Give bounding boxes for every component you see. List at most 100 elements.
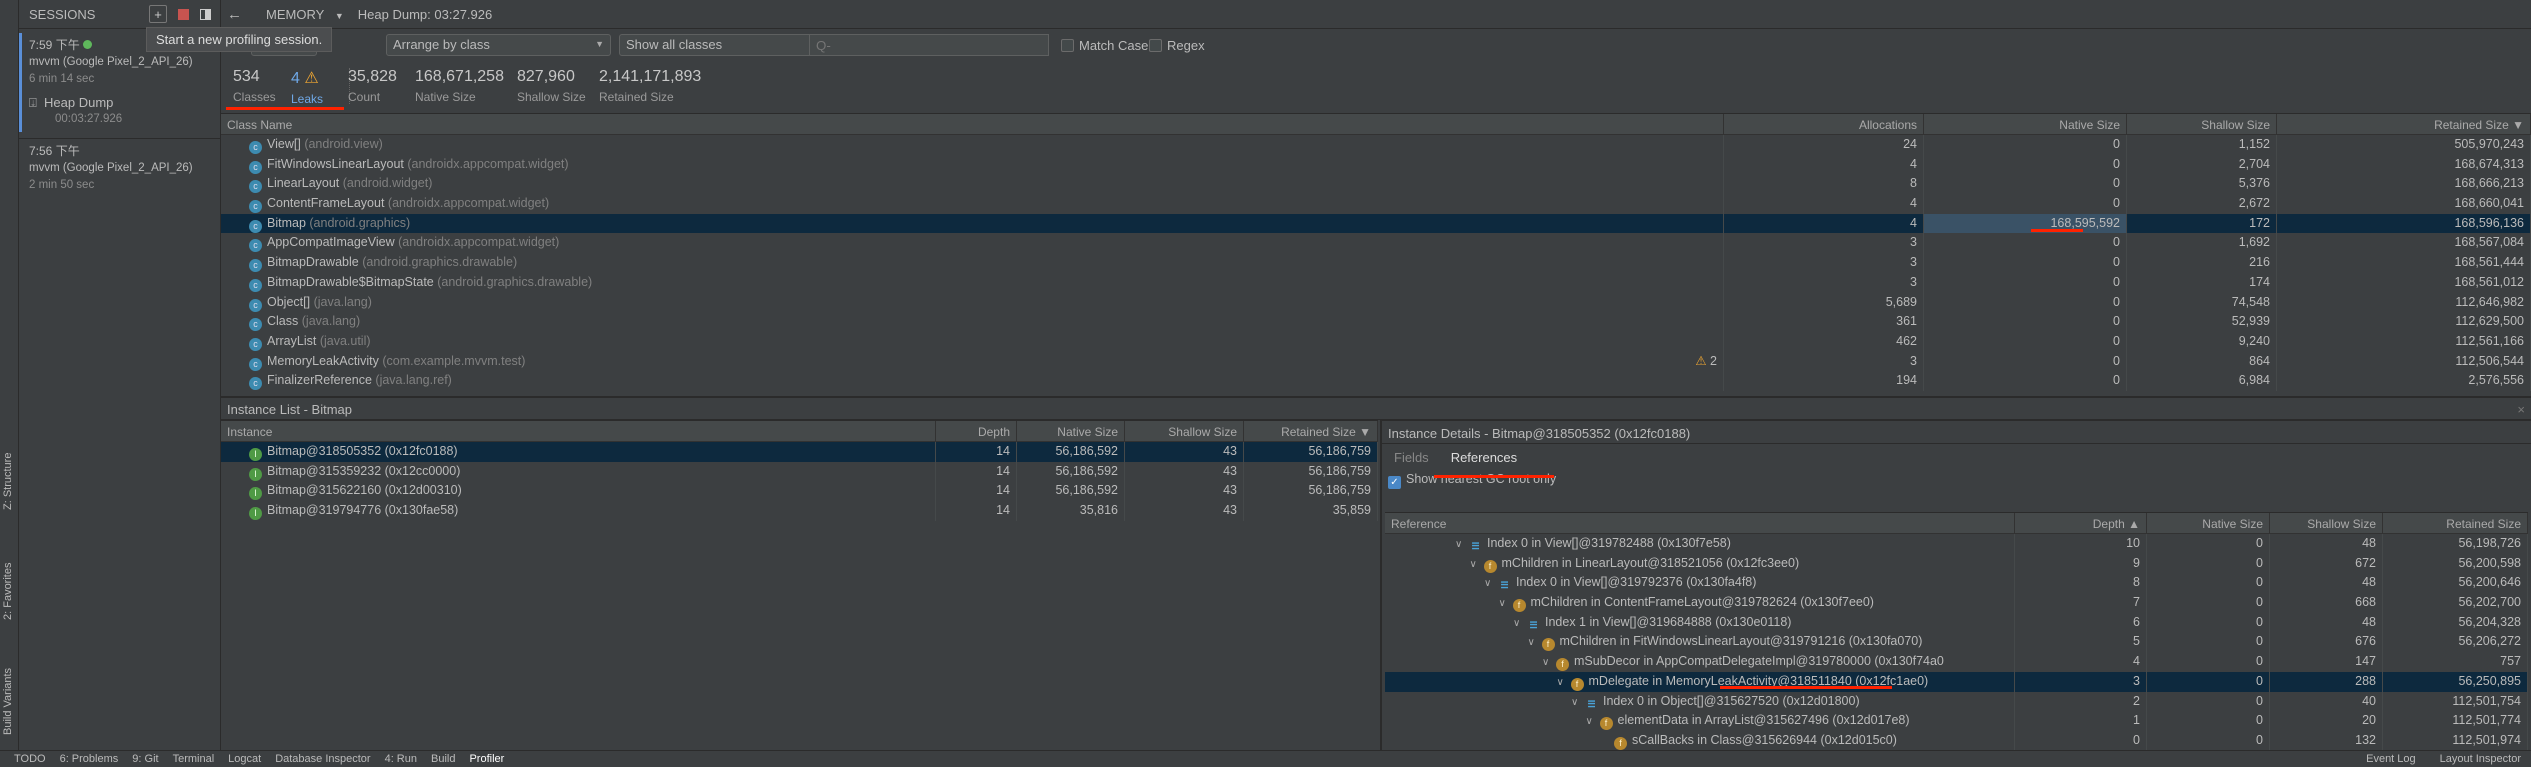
native-size-cell: 0 [1924, 292, 2127, 313]
table-row[interactable]: c AppCompatImageView (androidx.appcompat.… [221, 233, 2531, 254]
table-row[interactable]: c MemoryLeakActivity (com.example.mvvm.te… [221, 351, 2531, 372]
table-row[interactable]: ∨ ☰ Index 0 in Object[]@315627520 (0x12d01… [1385, 691, 2528, 712]
column-header[interactable]: Shallow Size [1125, 421, 1244, 441]
class-name: Class [267, 314, 299, 329]
stat-classes[interactable]: 534 Classes [233, 68, 276, 104]
profiler-selector[interactable]: MEMORY ▼ [266, 7, 344, 22]
retained-size-cell: 168,561,444 [2277, 253, 2531, 273]
heap-dump-artifact[interactable]: ⍗ Heap Dump [29, 94, 210, 111]
favorites-tool-tab[interactable]: 2: Favorites [2, 563, 14, 620]
retained-size-cell: 168,567,084 [2277, 233, 2531, 254]
table-row[interactable]: ∨ f mSubDecor in AppCompatDelegateImpl@319… [1385, 652, 2528, 672]
instance-details-title: Instance Details - Bitmap@318505352 (0x1… [1382, 420, 2531, 444]
column-header[interactable]: Retained Size [2383, 513, 2528, 533]
table-row[interactable]: I Bitmap@318505352 (0x12fc0188) 14 56,186,5… [221, 442, 1378, 462]
allocations-cell: 8 [1724, 174, 1924, 195]
tooltip: Start a new profiling session. [146, 27, 333, 52]
search-input[interactable] [809, 34, 1049, 56]
chevron-down-icon[interactable]: ∨ [1557, 673, 1571, 692]
tab-fields[interactable]: Fields [1394, 450, 1429, 465]
chevron-down-icon[interactable]: ∨ [1470, 555, 1484, 574]
tool-tab[interactable]: 6: Problems [60, 753, 119, 765]
array-index-icon: ☰ [1471, 541, 1480, 551]
column-header[interactable]: Depth [936, 421, 1017, 441]
nearest-gc-root-checkbox[interactable]: ✓ Show nearest GC root only [1382, 470, 2531, 491]
table-row[interactable]: ∨ f mChildren in FitWindowsLinearLayout@31… [1385, 632, 2528, 653]
table-row[interactable]: ∨ ☰ Index 1 in View[]@319684888 (0x130e011… [1385, 612, 2528, 633]
shallow-size-cell: 43 [1125, 442, 1244, 462]
back-button[interactable]: ← [227, 6, 242, 23]
match-case-checkbox[interactable]: Match Case [1061, 38, 1148, 53]
tool-tab[interactable]: Logcat [228, 753, 261, 765]
tab-references[interactable]: References [1451, 450, 1517, 465]
column-header[interactable]: Shallow Size [2127, 114, 2277, 134]
chevron-down-icon[interactable]: ∨ [1586, 712, 1600, 731]
build-variants-tool-tab[interactable]: Build Variants [2, 668, 14, 735]
table-row[interactable]: c ArrayList (java.util) 462 0 9,240 112,561,1… [221, 331, 2531, 352]
tool-tab[interactable]: Event Log [2366, 753, 2416, 765]
column-header[interactable]: Retained Size ▼ [2277, 114, 2531, 134]
tool-tab[interactable]: TODO [14, 753, 46, 765]
column-header[interactable]: Instance [221, 421, 936, 441]
native-size-cell: 0 [2147, 534, 2270, 554]
collapse-panel-button[interactable] [196, 5, 214, 23]
retained-size-cell: 35,859 [1244, 501, 1378, 521]
chevron-down-icon[interactable]: ∨ [1499, 594, 1513, 613]
column-header[interactable]: Allocations [1724, 114, 1924, 134]
chevron-down-icon[interactable]: ∨ [1571, 693, 1585, 712]
chevron-down-icon[interactable]: ∨ [1513, 614, 1527, 633]
column-header[interactable]: Reference [1385, 513, 2015, 533]
table-row[interactable]: c Object[] (java.lang) 5,689 0 74,548 112,646… [221, 292, 2531, 313]
chevron-down-icon[interactable]: ∨ [1528, 633, 1542, 652]
tool-tab[interactable]: Build [431, 753, 455, 765]
chevron-down-icon[interactable]: ∨ [1455, 535, 1469, 554]
column-header[interactable]: Shallow Size [2270, 513, 2383, 533]
column-header[interactable]: Depth ▲ [2015, 513, 2147, 533]
table-row[interactable]: I Bitmap@315622160 (0x12d00310) 14 56,186,5… [221, 481, 1378, 502]
table-row[interactable]: I Bitmap@319794776 (0x130fae58) 14 35,816 43… [221, 501, 1378, 521]
table-row[interactable]: ∨ ☰ Index 0 in View[]@319792376 (0x130fa4f… [1385, 573, 2528, 594]
class-name-cell: c Class (java.lang) [221, 312, 1724, 332]
regex-checkbox[interactable]: Regex [1149, 38, 1205, 53]
tool-tab[interactable]: Terminal [173, 753, 215, 765]
references-table: Reference Depth ▲ Native Size Shallow Size R… [1385, 512, 2528, 751]
tool-tab[interactable]: 9: Git [132, 753, 158, 765]
column-header[interactable]: Native Size [2147, 513, 2270, 533]
column-header[interactable]: Retained Size ▼ [1244, 421, 1378, 441]
table-row[interactable]: c BitmapDrawable$BitmapState (android.gra… [221, 272, 2531, 293]
tool-tab[interactable]: Layout Inspector [2440, 753, 2521, 765]
table-row[interactable]: ∨ f mChildren in LinearLayout@318521056 (0… [1385, 553, 2528, 574]
tool-tab[interactable]: Database Inspector [275, 753, 370, 765]
structure-tool-tab[interactable]: Z: Structure [2, 453, 14, 510]
stop-session-button[interactable] [174, 5, 192, 23]
retained-size-cell: 56,204,328 [2383, 612, 2528, 633]
new-session-button[interactable]: + [149, 5, 167, 23]
table-row[interactable]: c Bitmap (android.graphics) 4 168,595,592 17… [221, 213, 2531, 234]
column-header[interactable]: Native Size [1017, 421, 1125, 441]
arrange-dropdown[interactable]: Arrange by class [386, 34, 611, 56]
chevron-down-icon[interactable]: ∨ [1484, 574, 1498, 593]
table-row[interactable]: ∨ f elementData in ArrayList@315627496 (0x… [1385, 711, 2528, 731]
tool-tab[interactable]: 4: Run [385, 753, 417, 765]
table-row[interactable]: c View[] (android.view) 24 0 1,152 505,970,24… [221, 135, 2531, 155]
close-icon[interactable]: × [2517, 402, 2525, 417]
tool-tab[interactable]: Profiler [469, 753, 504, 765]
table-row[interactable]: ∨ ☰ Index 0 in View[]@319782488 (0x130f7e5… [1385, 534, 2528, 554]
stat-leaks[interactable]: 4 ⚠ Leaks [291, 68, 323, 106]
table-row[interactable]: f sCallBacks in Class@315626944 (0x12d015… [1385, 730, 2528, 751]
table-row[interactable]: c FinalizerReference (java.lang.ref) 194 0 6… [221, 371, 2531, 391]
table-row[interactable]: c FitWindowsLinearLayout (androidx.appcom… [221, 154, 2531, 175]
session-item[interactable]: 7:56 下午 mvvm (Google Pixel_2_API_26) 2 m… [19, 139, 220, 198]
table-row[interactable]: c LinearLayout (android.widget) 8 0 5,376 168… [221, 174, 2531, 195]
column-header[interactable]: Native Size [1924, 114, 2127, 134]
table-row[interactable]: ∨ f mChildren in ContentFrameLayout@319782… [1385, 593, 2528, 613]
column-header[interactable]: Class Name [221, 114, 1724, 134]
table-row[interactable]: c Class (java.lang) 361 0 52,939 112,629,500 [221, 312, 2531, 332]
table-row[interactable]: c ContentFrameLayout (androidx.appcompat.… [221, 194, 2531, 214]
table-row[interactable]: c BitmapDrawable (android.graphics.drawab… [221, 253, 2531, 273]
table-row[interactable]: ∨ f mDelegate in MemoryLeakActivity@318511… [1385, 671, 2528, 692]
chevron-down-icon[interactable]: ∨ [1542, 653, 1556, 672]
allocations-cell: 4 [1724, 154, 1924, 175]
depth-cell: 14 [936, 501, 1017, 521]
table-row[interactable]: I Bitmap@315359232 (0x12cc0000) 14 56,186,5… [221, 461, 1378, 482]
